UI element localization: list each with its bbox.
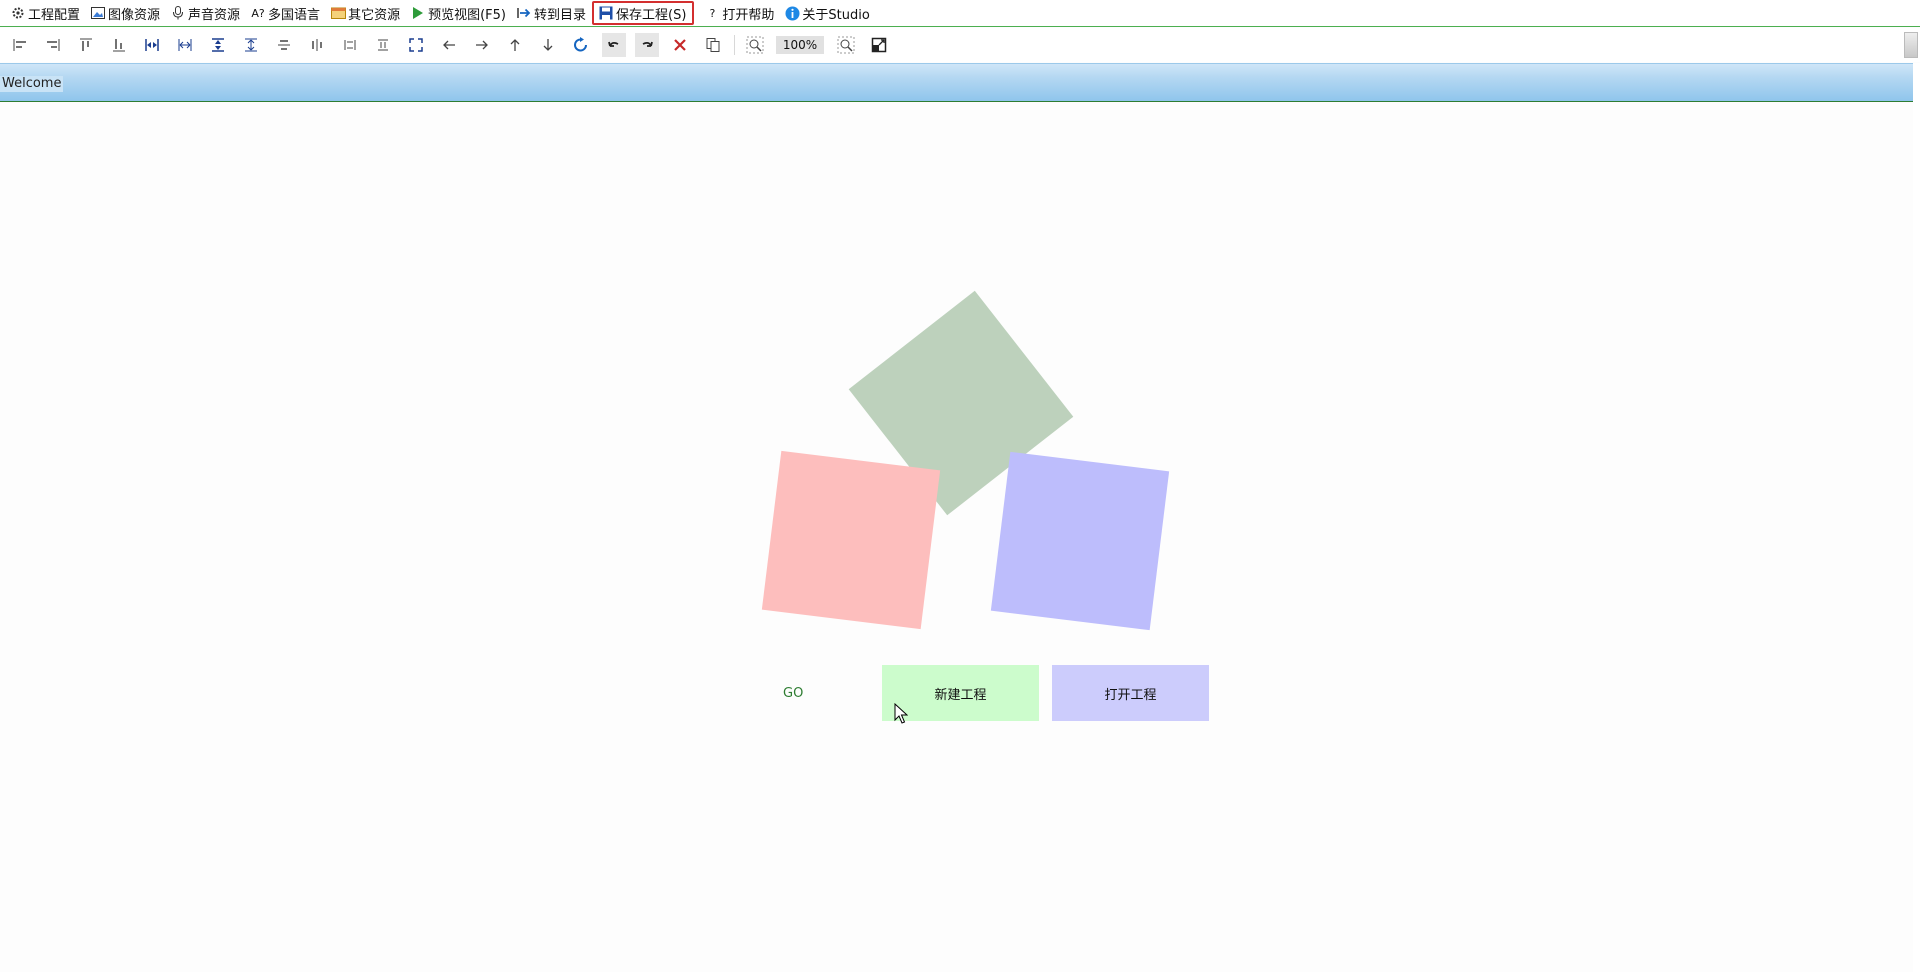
undo-icon[interactable] [602,33,626,57]
redo-icon[interactable] [635,33,659,57]
menu-image-resources[interactable]: 图像资源 [86,1,166,25]
red-decor-card [761,450,941,630]
menu-goto-directory-label: 转到目录 [533,7,586,23]
zoom-in-icon[interactable] [743,33,767,57]
toolbar-separator [734,35,735,55]
menu-languages[interactable]: A? 多国语言 [246,1,326,25]
menu-about-studio-label: 关于Studio [802,7,870,23]
move-left-icon[interactable] [437,33,461,57]
toolbar: 100% [0,28,1920,62]
menu-preview[interactable]: 预览视图(F5) [406,1,512,25]
menu-save-project-label: 保存工程(S) [616,7,687,23]
toolbar-overflow-handle[interactable] [1904,32,1918,58]
move-down-icon[interactable] [536,33,560,57]
copy-icon[interactable] [701,33,725,57]
align-bottom-icon[interactable] [107,33,131,57]
menu-project-config[interactable]: 工程配置 [6,1,86,25]
distribute-vertical-icon[interactable] [239,33,263,57]
fit-window-icon[interactable] [867,33,891,57]
center-vertical-icon[interactable] [272,33,296,57]
menu-image-resources-label: 图像资源 [108,7,161,23]
tab-welcome[interactable]: Welcome [0,76,64,92]
menu-sound-resources[interactable]: 声音资源 [166,1,246,25]
right-edge-strip [1913,63,1920,972]
goto-arrow-icon [516,5,532,21]
align-left-icon[interactable] [8,33,32,57]
play-icon [410,5,426,21]
menu-project-config-label: 工程配置 [28,7,81,23]
menu-save-project[interactable]: 保存工程(S) [592,1,695,25]
move-right-icon[interactable] [470,33,494,57]
menu-goto-directory[interactable]: 转到目录 [512,1,592,25]
fit-size-icon[interactable] [404,33,428,57]
save-icon [598,5,614,21]
open-project-label: 打开工程 [1104,687,1157,703]
menu-bar: 工程配置 图像资源 声音资源 A? 多国语言 其它资源 预览视图(F5) 转到目… [0,0,1920,27]
zoom-level[interactable]: 100% [776,36,824,54]
menu-sound-resources-label: 声音资源 [188,7,241,23]
menu-about-studio[interactable]: 关于Studio [780,1,875,25]
zoom-out-icon[interactable] [834,33,858,57]
help-icon: ? [709,6,716,20]
menu-open-help-label: 打开帮助 [722,7,775,23]
move-up-icon[interactable] [503,33,527,57]
center-horizontal-icon[interactable] [305,33,329,57]
document-tab-bar: Welcome [0,63,1913,102]
menu-other-resources-label: 其它资源 [348,7,401,23]
delete-icon[interactable] [668,33,692,57]
microphone-icon [170,5,186,21]
align-right-icon[interactable] [41,33,65,57]
same-width-icon[interactable] [140,33,164,57]
space-horizontal-icon[interactable] [338,33,362,57]
distribute-horizontal-icon[interactable] [173,33,197,57]
translate-icon: A? [251,6,265,20]
folder-icon [330,5,346,21]
blue-decor-card [990,451,1170,631]
refresh-icon[interactable] [569,33,593,57]
menu-languages-label: 多国语言 [268,7,321,23]
open-project-button[interactable]: 打开工程 [1052,665,1209,721]
gear-icon [10,5,26,21]
menu-other-resources[interactable]: 其它资源 [326,1,406,25]
image-icon [90,5,106,21]
go-label[interactable]: GO [783,686,803,701]
info-icon [784,5,800,21]
menu-preview-label: 预览视图(F5) [428,7,506,23]
new-project-label: 新建工程 [934,687,987,703]
same-height-icon[interactable] [206,33,230,57]
design-canvas[interactable] [0,103,1913,972]
align-top-icon[interactable] [74,33,98,57]
menu-open-help[interactable]: ? 打开帮助 [700,1,780,25]
mouse-cursor-icon [894,703,908,724]
space-vertical-icon[interactable] [371,33,395,57]
